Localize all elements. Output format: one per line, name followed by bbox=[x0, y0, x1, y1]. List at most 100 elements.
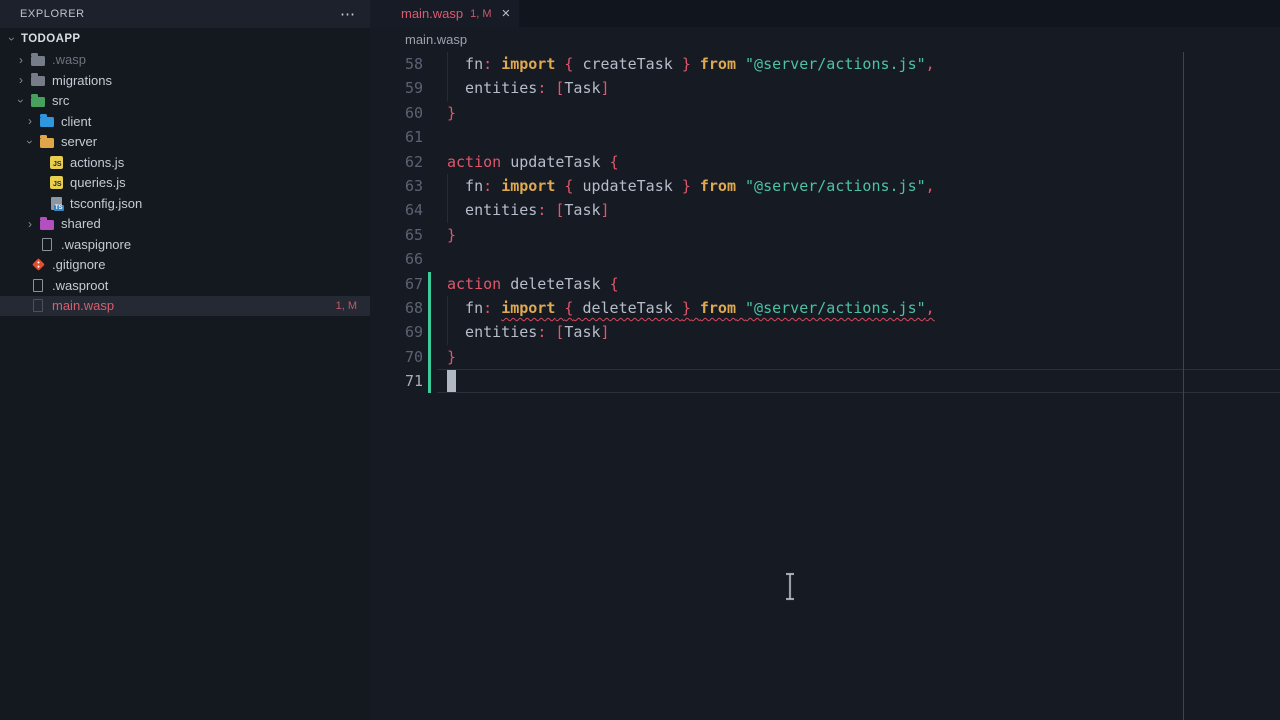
tree-item-label: .gitignore bbox=[52, 257, 105, 272]
tree-item-label: actions.js bbox=[70, 155, 124, 170]
tree-item-main-wasp[interactable]: ›main.wasp1, M bbox=[0, 296, 370, 317]
code-line-62[interactable]: 62action updateTask { bbox=[370, 150, 1280, 174]
code-line-67[interactable]: 67action deleteTask { bbox=[370, 272, 1280, 296]
code-line-61[interactable]: 61 bbox=[370, 125, 1280, 149]
explorer-title: EXPLORER bbox=[20, 8, 85, 20]
code-line-68[interactable]: 68 fn: import { deleteTask } from "@serv… bbox=[370, 296, 1280, 320]
code-text: entities: [Task] bbox=[423, 79, 610, 97]
code-line-59[interactable]: 59 entities: [Task] bbox=[370, 76, 1280, 100]
tab-problems-badge: 1, M bbox=[470, 8, 491, 20]
line-number: 60 bbox=[370, 101, 423, 125]
folder-orange-icon bbox=[39, 134, 55, 150]
code-line-66[interactable]: 66 bbox=[370, 247, 1280, 271]
code-line-58[interactable]: 58 fn: import { createTask } from "@serv… bbox=[370, 52, 1280, 76]
text-cursor bbox=[447, 370, 456, 392]
line-number: 70 bbox=[370, 345, 423, 369]
tree-item-tsconfig-json[interactable]: ›tsconfig.json bbox=[0, 193, 370, 214]
file-decoration-badge: 1, M bbox=[336, 300, 357, 312]
tab-main-wasp[interactable]: main.wasp 1, M × bbox=[370, 0, 519, 27]
code-text: } bbox=[423, 104, 456, 122]
column-ruler bbox=[1183, 52, 1184, 720]
chevron-down-icon[interactable]: › bbox=[24, 133, 36, 151]
tree-item-queries-js[interactable]: ›JSqueries.js bbox=[0, 173, 370, 194]
tree-item-client[interactable]: ›client bbox=[0, 111, 370, 132]
folder-magenta-icon bbox=[39, 216, 55, 232]
more-actions-icon[interactable]: ⋯ bbox=[340, 5, 356, 23]
code-line-71[interactable]: 71 bbox=[370, 369, 1280, 393]
code-line-69[interactable]: 69 entities: [Task] bbox=[370, 320, 1280, 344]
tree-item-server[interactable]: › server bbox=[0, 132, 370, 153]
breadcrumb: main.wasp bbox=[370, 27, 1280, 52]
chevron-down-icon[interactable]: › bbox=[6, 30, 18, 48]
vscode-window: EXPLORER ⋯ ›TODOAPP›.wasp›migrations›src… bbox=[0, 0, 1280, 720]
file-tree: ›TODOAPP›.wasp›migrations›src›client›ser… bbox=[0, 29, 370, 316]
chevron-right-icon[interactable]: › bbox=[21, 115, 39, 127]
git-modified-indicator bbox=[428, 345, 431, 369]
tab-title: main.wasp bbox=[401, 6, 463, 21]
chevron-down-icon[interactable]: › bbox=[15, 92, 27, 110]
tree-item-src[interactable]: ›src bbox=[0, 91, 370, 112]
close-icon[interactable]: × bbox=[502, 6, 511, 21]
folder-blue-icon bbox=[39, 113, 55, 129]
tab-bar: main.wasp 1, M × bbox=[370, 0, 1280, 27]
code-text: fn: import { deleteTask } from "@server/… bbox=[423, 299, 935, 317]
file-dark-icon bbox=[30, 298, 46, 314]
tree-item--waspignore[interactable]: ›.waspignore bbox=[0, 234, 370, 255]
tree-item-label: .wasp bbox=[52, 52, 86, 67]
line-number: 61 bbox=[370, 125, 423, 149]
explorer-header: EXPLORER ⋯ bbox=[0, 0, 370, 28]
line-number: 64 bbox=[370, 198, 423, 222]
tree-item-label: .wasproot bbox=[52, 278, 108, 293]
tree-item--wasp[interactable]: › .wasp bbox=[0, 50, 370, 71]
code-text bbox=[423, 250, 447, 268]
folder-gray-icon bbox=[30, 52, 46, 68]
tree-item-label: migrations bbox=[52, 73, 112, 88]
js-icon: JS bbox=[48, 154, 64, 170]
chevron-right-icon[interactable]: › bbox=[12, 54, 30, 66]
tree-item-label: tsconfig.json bbox=[70, 196, 142, 211]
tree-item-actions-js[interactable]: ›JSactions.js bbox=[0, 152, 370, 173]
explorer-sidebar: EXPLORER ⋯ ›TODOAPP›.wasp›migrations›src… bbox=[0, 0, 370, 720]
code-text: action updateTask { bbox=[423, 153, 619, 171]
line-number: 68 bbox=[370, 296, 423, 320]
code-line-60[interactable]: 60} bbox=[370, 101, 1280, 125]
code-text bbox=[423, 128, 447, 146]
code-text: entities: [Task] bbox=[423, 323, 610, 341]
chevron-right-icon[interactable]: › bbox=[12, 74, 30, 86]
breadcrumb-item[interactable]: main.wasp bbox=[405, 32, 467, 47]
line-number: 59 bbox=[370, 76, 423, 100]
folder-gray-icon bbox=[30, 72, 46, 88]
git-modified-indicator bbox=[428, 369, 431, 393]
code-line-64[interactable]: 64 entities: [Task] bbox=[370, 198, 1280, 222]
tree-item--wasproot[interactable]: ›.wasproot bbox=[0, 275, 370, 296]
tree-item-migrations[interactable]: › migrations bbox=[0, 70, 370, 91]
line-number: 67 bbox=[370, 272, 423, 296]
tree-item--gitignore[interactable]: ›.gitignore bbox=[0, 255, 370, 276]
git-modified-indicator bbox=[428, 320, 431, 344]
tree-item-todoapp[interactable]: ›TODOAPP bbox=[0, 29, 370, 50]
folder-green-icon bbox=[30, 93, 46, 109]
editor-code-area[interactable]: 58 fn: import { createTask } from "@serv… bbox=[370, 52, 1280, 393]
line-number: 65 bbox=[370, 223, 423, 247]
line-number: 63 bbox=[370, 174, 423, 198]
tree-item-label: server bbox=[61, 134, 97, 149]
code-text: fn: import { createTask } from "@server/… bbox=[423, 55, 935, 73]
chevron-right-icon[interactable]: › bbox=[21, 218, 39, 230]
tree-item-label: queries.js bbox=[70, 175, 126, 190]
mouse-ibeam-cursor bbox=[784, 572, 796, 602]
code-text: fn: import { updateTask } from "@server/… bbox=[423, 177, 935, 195]
line-number: 66 bbox=[370, 247, 423, 271]
git-modified-indicator bbox=[428, 272, 431, 296]
file-icon bbox=[39, 236, 55, 252]
code-line-65[interactable]: 65} bbox=[370, 223, 1280, 247]
tree-item-label: .waspignore bbox=[61, 237, 131, 252]
tree-item-shared[interactable]: › shared bbox=[0, 214, 370, 235]
code-text: entities: [Task] bbox=[423, 201, 610, 219]
tree-item-label: shared bbox=[61, 216, 101, 231]
file-icon bbox=[30, 277, 46, 293]
line-number: 71 bbox=[370, 369, 423, 393]
code-line-70[interactable]: 70} bbox=[370, 345, 1280, 369]
code-text: action deleteTask { bbox=[423, 275, 619, 293]
code-line-63[interactable]: 63 fn: import { updateTask } from "@serv… bbox=[370, 174, 1280, 198]
js-icon: JS bbox=[48, 175, 64, 191]
